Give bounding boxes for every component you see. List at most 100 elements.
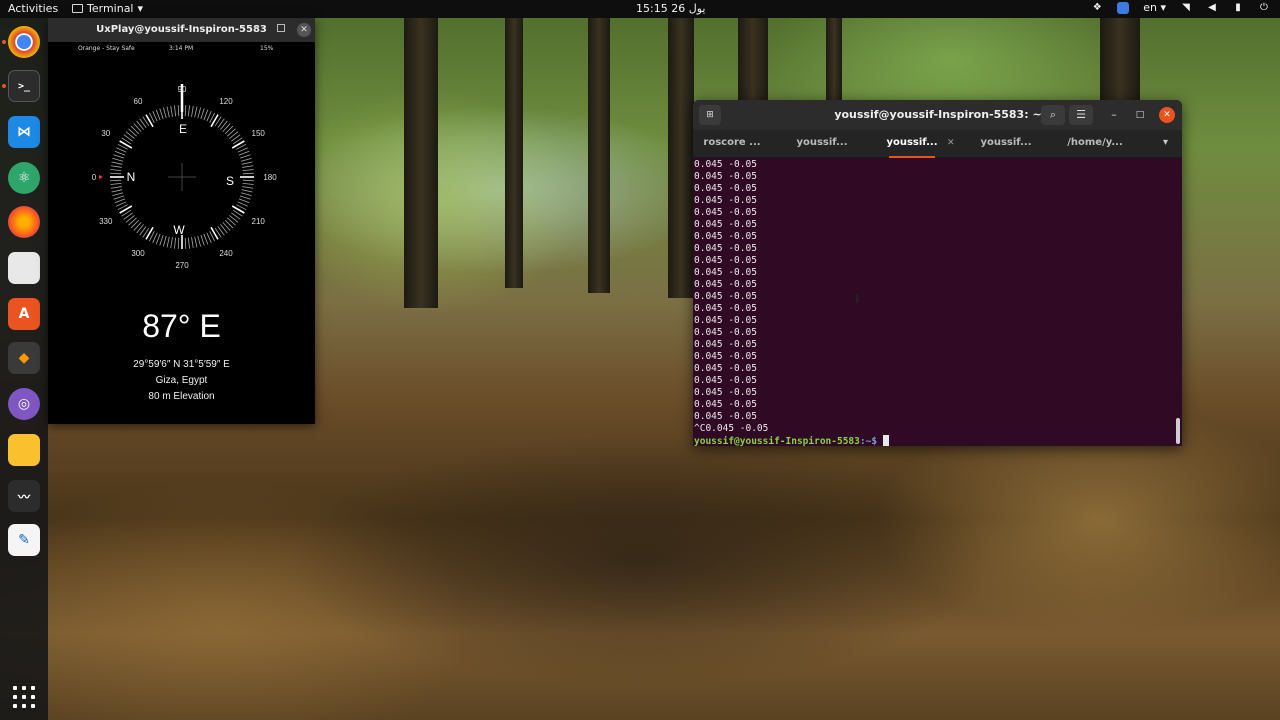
compass-tick <box>197 107 202 119</box>
tab[interactable]: youssif... <box>785 130 859 158</box>
terminal-line: 0.045 -0.05 <box>694 207 757 218</box>
terminal-headerbar[interactable]: ⊞ youssif@youssif-Inspiron-5583: ~ ⌕ ☰ –… <box>693 100 1182 130</box>
compass-tick <box>203 233 209 245</box>
location-name: Giza, Egypt <box>155 375 208 386</box>
compass-tick <box>177 105 180 117</box>
app-menu[interactable]: Terminal ▾ <box>72 2 143 15</box>
uxplay-titlebar[interactable]: UxPlay@youssif-Inspiron-5583 – ✕ <box>48 18 315 42</box>
compass-tick <box>240 157 252 162</box>
tab-label: youssif... <box>886 137 938 148</box>
language-indicator[interactable]: en ▾ <box>1143 1 1166 14</box>
blue-app-icon[interactable] <box>1117 1 1130 14</box>
terminal-line: 0.045 -0.05 <box>694 267 757 278</box>
compass-tick <box>194 106 198 118</box>
close-button[interactable]: ✕ <box>1159 107 1175 123</box>
chrome-icon[interactable] <box>8 26 40 58</box>
maximize-button[interactable]: □ <box>1133 105 1147 125</box>
wifi-icon[interactable]: ◥ <box>1180 2 1192 14</box>
compass-tick <box>159 234 164 246</box>
running-indicator <box>2 84 6 88</box>
tab[interactable]: /home/y... <box>1059 130 1131 158</box>
terminal-line: 0.045 -0.05 <box>694 219 757 230</box>
compass-tick <box>187 237 190 249</box>
sublime-icon[interactable]: ◆ <box>8 342 40 374</box>
compass-tick <box>162 107 167 119</box>
maximize-button[interactable] <box>277 24 285 32</box>
show-apps-icon[interactable] <box>13 686 35 708</box>
terminal-line: ^C0.045 -0.05 <box>694 423 769 434</box>
tree-trunk <box>588 18 610 293</box>
compass-tick <box>114 198 126 204</box>
battery-icon[interactable]: ▮ <box>1232 2 1244 14</box>
new-tab-button[interactable]: ⊞ <box>699 105 721 125</box>
compass-tick <box>110 165 122 168</box>
clock[interactable]: 15:15 يول 26 <box>636 2 705 15</box>
compass-tick <box>238 198 250 204</box>
dropbox-icon[interactable]: ❖ <box>1091 2 1103 14</box>
compass-tick <box>113 195 125 200</box>
compass-tick <box>237 201 248 207</box>
compass-degree-label: 330 <box>99 217 113 226</box>
compass-tick <box>119 205 133 214</box>
compass-east: E <box>179 122 187 136</box>
close-tab-icon[interactable]: ✕ <box>947 130 955 156</box>
system-tray[interactable]: ❖ en ▾ ◥ ◀ ▮ ⏻ <box>1091 1 1270 14</box>
tree-trunk <box>404 18 438 308</box>
tab[interactable]: roscore ... <box>693 130 771 158</box>
compass-tick <box>166 106 170 118</box>
firefox-icon[interactable] <box>8 206 40 238</box>
activities-button[interactable]: Activities <box>8 2 58 15</box>
minimize-button[interactable]: – <box>1107 105 1121 125</box>
minimize-button[interactable]: – <box>254 22 259 33</box>
volume-icon[interactable]: ◀ <box>1206 2 1218 14</box>
menu-icon[interactable]: ☰ <box>1069 105 1093 125</box>
tab[interactable]: youssif... <box>969 130 1043 158</box>
window-title: youssif@youssif-Inspiron-5583: ~ <box>834 108 1042 121</box>
compass-tick <box>110 169 122 172</box>
vscode-icon[interactable]: ⋈ <box>8 116 40 148</box>
compass-tick <box>174 237 177 249</box>
close-button[interactable]: ✕ <box>297 23 311 37</box>
compass-tick <box>242 182 254 185</box>
compass-tick <box>241 189 253 193</box>
north-marker <box>99 175 103 179</box>
terminal-output[interactable]: 0.045 -0.05 0.045 -0.05 0.045 -0.05 0.045 -… <box>693 158 1182 446</box>
text-editor-icon[interactable]: ✎ <box>8 524 40 556</box>
tab-active[interactable]: youssif... <box>877 130 947 158</box>
software-icon[interactable]: A <box>8 298 40 330</box>
terminal-line: 0.045 -0.05 <box>694 399 757 410</box>
compass-tick <box>116 147 127 153</box>
system-monitor-icon[interactable]: 〰 <box>8 480 40 512</box>
compass-tick <box>200 108 205 120</box>
terminal-line: 0.045 -0.05 <box>694 387 757 398</box>
chevron-down-icon[interactable]: ▾ <box>1163 130 1168 156</box>
compass-tick <box>239 195 251 200</box>
screenshot-icon[interactable]: ◎ <box>8 388 40 420</box>
compass-tick <box>111 189 123 193</box>
coordinates: 29°59′6″ N 31°5′59″ E <box>133 359 230 370</box>
compass-tick <box>242 165 254 168</box>
compass-tick <box>145 226 154 240</box>
compass-tick <box>242 169 254 172</box>
scrollbar[interactable] <box>1176 418 1180 444</box>
search-icon[interactable]: ⌕ <box>1041 105 1065 125</box>
terminal-line: 0.045 -0.05 <box>694 195 757 206</box>
terminal-line: 0.045 -0.05 <box>694 231 757 242</box>
atom-icon[interactable]: ⚛ <box>8 162 40 194</box>
notes-icon[interactable] <box>8 434 40 466</box>
compass-tick <box>112 157 124 162</box>
terminal-icon[interactable]: >_ <box>8 70 40 102</box>
compass-degree-label: 180 <box>263 173 277 182</box>
terminal-line: 0.045 -0.05 <box>694 375 757 386</box>
compass-tick <box>152 111 158 122</box>
compass-degree-label: 120 <box>219 97 233 106</box>
compass-tick <box>170 105 173 117</box>
files-icon[interactable] <box>8 252 40 284</box>
terminal-line: 0.045 -0.05 <box>694 291 757 302</box>
compass-tick <box>241 161 253 165</box>
tree-trunk <box>1100 18 1140 100</box>
compass-degree-label: 150 <box>252 129 266 138</box>
power-icon[interactable]: ⏻ <box>1258 2 1270 14</box>
compass-tick <box>191 105 194 117</box>
terminal-prompt[interactable]: youssif@youssif-Inspiron-5583:~$ <box>694 435 1182 446</box>
